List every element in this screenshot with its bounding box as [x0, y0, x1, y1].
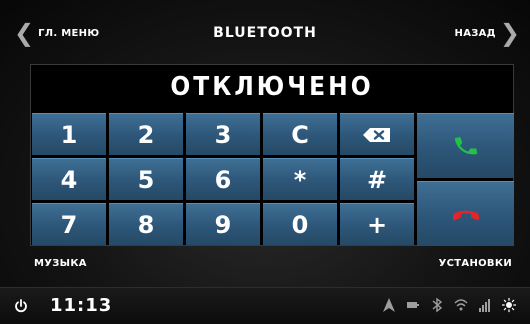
- bluetooth-icon: [432, 297, 443, 313]
- phone-answer-icon: [454, 137, 477, 155]
- key-clear[interactable]: С: [263, 113, 337, 155]
- key-hash[interactable]: #: [340, 158, 414, 200]
- key-5[interactable]: 5: [109, 158, 183, 200]
- key-7[interactable]: 7: [32, 203, 106, 245]
- signal-icon: [479, 299, 490, 312]
- phone-hangup-icon: [452, 210, 479, 221]
- hangup-button[interactable]: [417, 181, 514, 246]
- wifi-icon: [454, 299, 468, 311]
- backspace-icon: [363, 127, 390, 142]
- key-plus[interactable]: +: [340, 203, 414, 245]
- key-8[interactable]: 8: [109, 203, 183, 245]
- key-9[interactable]: 9: [186, 203, 260, 245]
- call-button[interactable]: [417, 113, 514, 178]
- key-3[interactable]: 3: [186, 113, 260, 155]
- navigation-icon: [383, 298, 395, 312]
- connection-status-display: ОТКЛЮЧЕНО: [170, 72, 374, 102]
- key-2[interactable]: 2: [109, 113, 183, 155]
- top-bar: ❮ ГЛ. МЕНЮ BLUETOOTH НАЗАД ❯: [0, 18, 530, 48]
- settings-button[interactable]: УСТАНОВКИ: [439, 258, 512, 269]
- key-star[interactable]: *: [263, 158, 337, 200]
- clock: 11:13: [50, 295, 113, 316]
- backspace-button[interactable]: [340, 113, 414, 155]
- key-1[interactable]: 1: [32, 113, 106, 155]
- key-6[interactable]: 6: [186, 158, 260, 200]
- back-button[interactable]: НАЗАД ❯: [451, 18, 520, 48]
- bottom-nav: МУЗЫКА УСТАНОВКИ: [0, 258, 530, 278]
- status-bar: 11:13: [0, 287, 530, 324]
- key-0[interactable]: 0: [263, 203, 337, 245]
- brightness-icon[interactable]: [502, 297, 516, 313]
- key-4[interactable]: 4: [32, 158, 106, 200]
- battery-icon: [407, 302, 419, 308]
- chevron-right-icon: ❯: [499, 19, 520, 47]
- status-icons: [382, 297, 516, 313]
- music-button[interactable]: МУЗЫКА: [34, 258, 87, 269]
- power-icon[interactable]: [14, 299, 28, 313]
- back-label: НАЗАД: [454, 27, 496, 39]
